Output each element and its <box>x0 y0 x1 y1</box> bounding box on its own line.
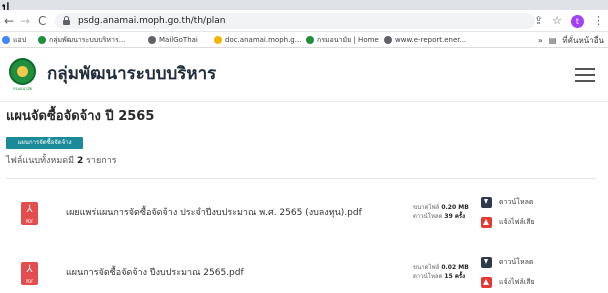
reload-button[interactable]: C <box>38 14 46 28</box>
site-favicon <box>38 36 46 44</box>
attachment-count: ไฟล์แนบทั้งหมดมี 2 รายการ <box>6 156 117 166</box>
file-meta: ขนาดไฟล์ 0.02 MB ดาวน์โหลด 15 ครั้ง <box>413 264 469 280</box>
file-size: 0.02 MB <box>441 264 469 271</box>
bookmarks-bar: แอป กลุ่มพัฒนาระบบบริหาร... MailGoThai d… <box>0 32 608 48</box>
download-icon <box>481 257 492 268</box>
file-size: 0.20 MB <box>441 204 469 211</box>
bookmark-item[interactable]: กลุ่มพัฒนาระบบบริหาร... <box>38 35 125 45</box>
file-row: ⅄ PDF เผยแพร่แผนการจัดซื้อจัดจ้าง ประจำป… <box>0 194 608 246</box>
report-broken-file-button[interactable]: แจ้งไฟล์เสีย <box>481 216 535 229</box>
other-bookmarks[interactable]: ที่คั่นหน้าอื่น <box>562 34 604 47</box>
folder-icon: ▤ <box>548 36 557 45</box>
download-count: 39 ครั้ง <box>444 213 466 220</box>
browser-window: ป ← → C psdg.anamai.moph.go.th/th/plan ⇪… <box>0 0 608 293</box>
warning-icon <box>481 217 492 228</box>
file-name-link[interactable]: แผนการจัดซื้อจัดจ้าง ปีงบประมาณ 2565.pdf <box>66 267 244 279</box>
file-meta: ขนาดไฟล์ 0.20 MB ดาวน์โหลด 39 ครั้ง <box>413 204 469 220</box>
warning-icon <box>481 277 492 288</box>
download-button[interactable]: ดาวน์โหลด <box>481 196 533 209</box>
bookmark-item[interactable]: MailGoThai <box>148 35 198 45</box>
logo-text: กรมอนามัย <box>12 86 33 91</box>
pdf-file-icon: ⅄ PDF <box>21 202 38 225</box>
report-broken-file-button[interactable]: แจ้งไฟล์เสีย <box>481 276 535 289</box>
site-header: กรมอนามัย กลุ่มพัฒนาระบบบริหาร <box>0 49 608 102</box>
tab-strip: ป <box>0 0 608 14</box>
site-favicon <box>306 36 314 44</box>
doc-favicon <box>214 36 222 44</box>
divider <box>6 178 596 179</box>
logo-emblem-icon <box>9 58 36 85</box>
download-count: 15 ครั้ง <box>444 273 466 280</box>
file-row: ⅄ PDF แผนการจัดซื้อจัดจ้าง ปีงบประมาณ 25… <box>0 254 608 293</box>
apps-icon <box>2 36 10 44</box>
category-tag[interactable]: แผนการจัดซื้อจัดจ้าง <box>6 137 83 149</box>
globe-icon <box>384 36 392 44</box>
address-bar[interactable]: psdg.anamai.moph.go.th/th/plan <box>55 13 535 29</box>
hamburger-menu-icon[interactable] <box>575 68 595 82</box>
lock-icon <box>63 16 70 25</box>
bookmark-item[interactable]: www.e-report.ener... <box>384 35 466 45</box>
url-text[interactable]: psdg.anamai.moph.go.th/th/plan <box>78 15 226 27</box>
more-bookmarks-button[interactable]: » <box>538 36 543 45</box>
file-name-link[interactable]: เผยแพร่แผนการจัดซื้อจัดจ้าง ประจำปีงบประ… <box>66 207 362 219</box>
download-icon <box>481 197 492 208</box>
bookmark-item[interactable]: แอป <box>2 35 26 45</box>
menu-icon[interactable]: ⋮ <box>593 14 604 28</box>
bookmark-item[interactable]: doc.anamai.moph.g... <box>214 35 301 45</box>
page-title: แผนจัดซื้อจัดจ้าง ปี 2565 <box>6 109 155 124</box>
forward-button[interactable]: → <box>20 14 30 28</box>
back-button[interactable]: ← <box>4 14 14 28</box>
star-icon[interactable]: ☆ <box>552 14 562 28</box>
bookmarks-right: » ▤ ที่คั่นหน้าอื่น <box>538 34 604 47</box>
download-button[interactable]: ดาวน์โหลด <box>481 256 533 269</box>
pdf-file-icon: ⅄ PDF <box>21 262 38 285</box>
share-icon[interactable]: ⇪ <box>534 14 543 28</box>
address-bar-row: ← → C psdg.anamai.moph.go.th/th/plan ⇪ ☆… <box>0 10 608 32</box>
mail-favicon <box>148 36 156 44</box>
bookmark-item[interactable]: กรมอนามัย | Home <box>306 35 379 45</box>
department-logo[interactable]: กรมอนามัย <box>9 58 36 92</box>
profile-avatar[interactable]: t <box>571 14 584 28</box>
attachment-count-value: 2 <box>76 156 84 166</box>
toolbar-icons: ⇪ ☆ t ⋮ <box>534 13 604 29</box>
site-title[interactable]: กลุ่มพัฒนาระบบบริหาร <box>47 63 216 85</box>
